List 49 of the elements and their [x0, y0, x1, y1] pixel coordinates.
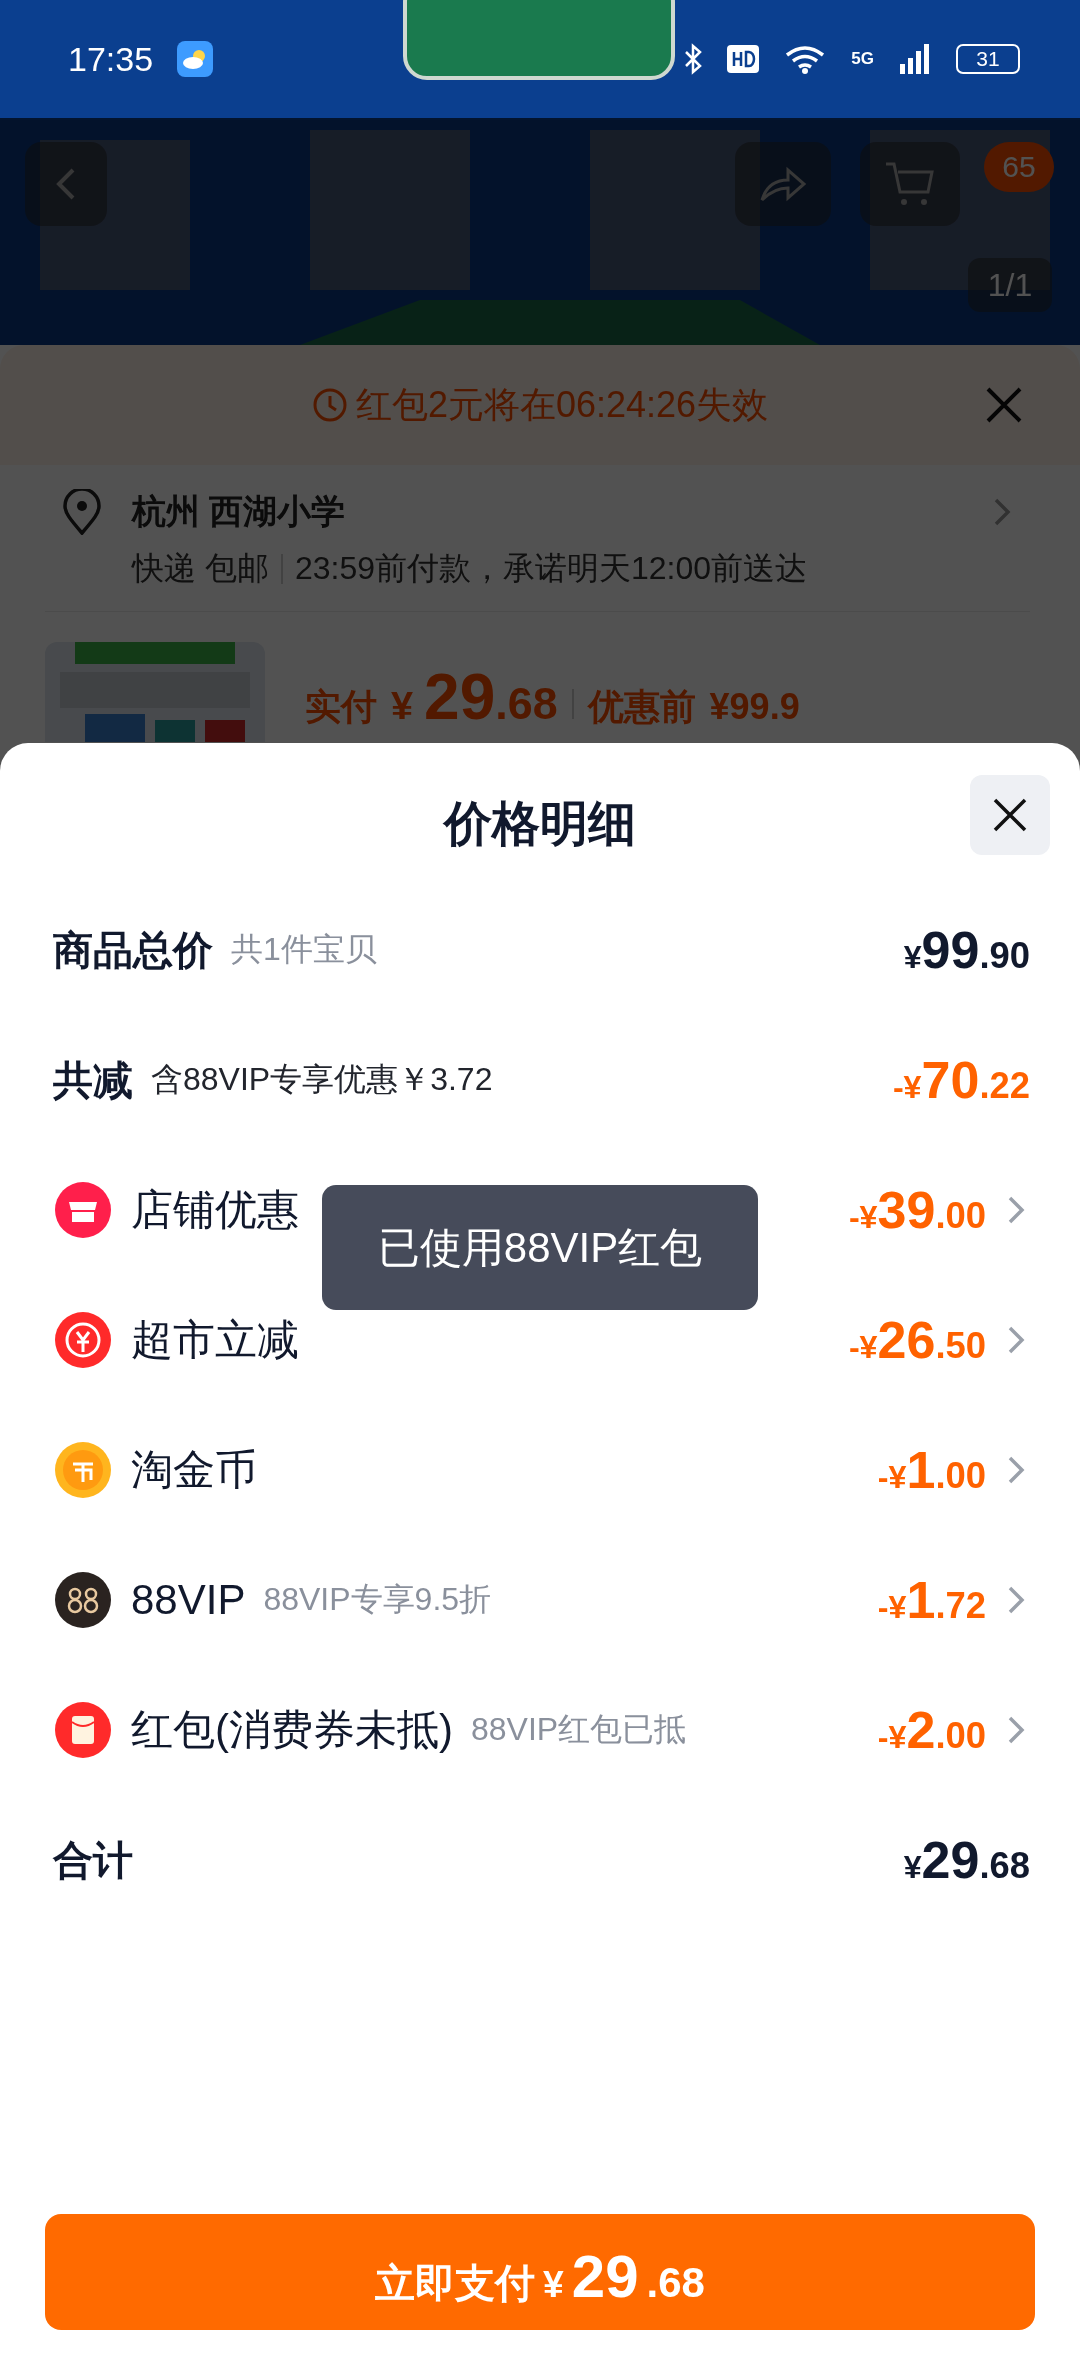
original-price: ¥99.9: [709, 686, 800, 728]
clock-icon: [311, 387, 348, 423]
row-label: 共减: [53, 1056, 133, 1104]
signal-icon: [898, 42, 932, 76]
row-note: 共1件宝贝: [231, 930, 377, 969]
row-amount: -¥39.00: [848, 1180, 986, 1240]
row-label: 店铺优惠: [131, 1185, 299, 1235]
toast-message: 已使用88VIP红包: [322, 1185, 758, 1310]
close-icon: [992, 797, 1028, 833]
row-note: 88VIP专享9.5折: [263, 1580, 492, 1619]
row-amount: -¥70.22: [892, 1050, 1030, 1110]
row-amount: -¥1.72: [877, 1570, 986, 1630]
row-amount: -¥2.00: [877, 1700, 986, 1760]
cart-icon: [884, 160, 936, 208]
row-label: 商品总价: [53, 926, 213, 974]
row-label: 红包(消费券未抵): [131, 1705, 453, 1755]
row-note: 88VIP红包已抵: [471, 1710, 687, 1749]
close-icon: [984, 385, 1024, 425]
envelope-icon: [53, 1700, 113, 1760]
sheet-title: 价格明细: [444, 796, 636, 852]
pay-label: 实付: [305, 685, 377, 729]
location-pin-icon: [62, 489, 102, 535]
pay-now-button[interactable]: 立即支付 ¥29.68: [45, 2214, 1035, 2330]
row-label: 超市立减: [131, 1315, 299, 1365]
row-amount: ¥99.90: [903, 920, 1030, 980]
bluetooth-icon: [683, 43, 704, 75]
status-time: 17:35: [68, 39, 154, 79]
row-note: 含88VIP专享优惠￥3.72: [151, 1060, 493, 1099]
weather-icon: [177, 41, 214, 77]
row-amount: -¥26.50: [848, 1310, 986, 1370]
battery-level: 31: [956, 44, 1020, 74]
row-label: 淘金币: [131, 1445, 257, 1495]
timer-notice: 红包2元将在06:24:26失效: [311, 380, 769, 430]
delivery-method: 快递 包邮: [132, 549, 269, 588]
store-icon: [53, 1180, 113, 1240]
row-amount: ¥29.68: [903, 1830, 1030, 1890]
close-button[interactable]: [970, 775, 1050, 855]
coin-icon: [53, 1440, 113, 1500]
address-name: 杭州 西湖小学: [132, 491, 347, 532]
network-type: 5G: [851, 49, 874, 69]
row-label: 合计: [53, 1836, 133, 1884]
delivery-promise: 23:59前付款，承诺明天12:00前送达: [294, 549, 808, 588]
vip-badge-icon: [53, 1570, 113, 1630]
hd-icon: [727, 45, 760, 73]
row-amount: -¥1.00: [877, 1440, 986, 1500]
yen-refresh-icon: [53, 1310, 113, 1370]
pay-amount: ¥ 29.68: [391, 660, 558, 734]
row-label: 88VIP: [131, 1576, 246, 1624]
original-price-label: 优惠前: [587, 685, 696, 729]
